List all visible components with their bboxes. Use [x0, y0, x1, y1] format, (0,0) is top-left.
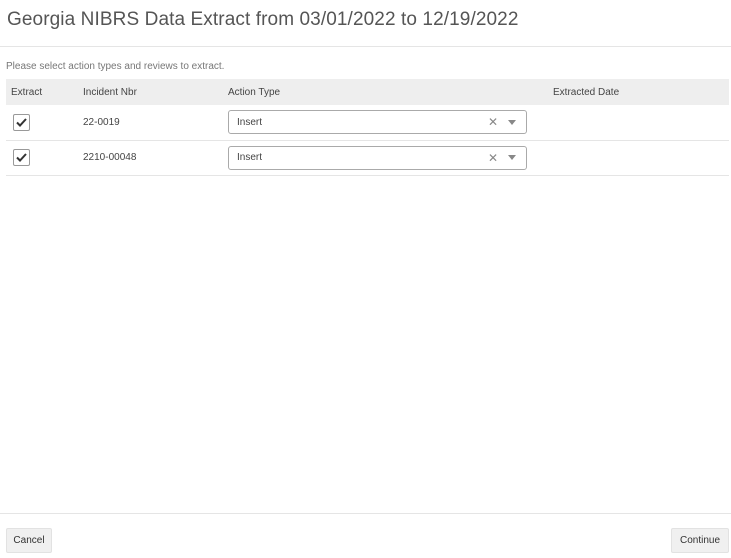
table-header-row: Extract Incident Nbr Action Type Extract… [6, 79, 729, 105]
dialog-footer: Cancel Continue [0, 513, 731, 558]
chevron-down-icon[interactable] [508, 155, 516, 160]
incident-nbr-cell: 22-0019 [78, 105, 223, 141]
extract-dialog: Georgia NIBRS Data Extract from 03/01/20… [0, 0, 731, 558]
action-type-select[interactable]: Insert ✕ [228, 110, 527, 135]
dialog-header: Georgia NIBRS Data Extract from 03/01/20… [0, 0, 731, 47]
action-type-select[interactable]: Insert ✕ [228, 145, 527, 170]
close-icon[interactable]: ✕ [488, 116, 498, 128]
header-extract: Extract [11, 86, 43, 98]
action-type-value: Insert [237, 116, 263, 128]
chevron-down-icon[interactable] [508, 119, 516, 125]
header-extracted-date: Extracted Date [553, 86, 620, 98]
close-icon[interactable]: ✕ [488, 152, 498, 164]
action-type-value: Insert [237, 152, 263, 163]
extracted-date-cell [548, 140, 729, 176]
checkmark-icon [16, 153, 27, 162]
header-incident-nbr: Incident Nbr [83, 86, 137, 98]
dialog-body: Please select action types and reviews t… [0, 47, 731, 176]
extract-checkbox[interactable] [13, 113, 30, 131]
extract-checkbox[interactable] [13, 149, 30, 166]
cancel-button[interactable]: Cancel [6, 528, 52, 553]
extract-table: Extract Incident Nbr Action Type Extract… [6, 79, 729, 176]
continue-button[interactable]: Continue [671, 528, 729, 553]
dialog-title: Georgia NIBRS Data Extract from 03/01/20… [7, 9, 519, 30]
instructions-text: Please select action types and reviews t… [6, 61, 225, 72]
table-row: 2210-00048 Insert ✕ [6, 140, 729, 176]
table-row: 22-0019 Insert ✕ [6, 105, 729, 141]
checkmark-icon [16, 118, 27, 127]
incident-nbr-cell: 2210-00048 [78, 140, 223, 176]
header-action-type: Action Type [228, 86, 281, 98]
extracted-date-cell [548, 105, 729, 141]
